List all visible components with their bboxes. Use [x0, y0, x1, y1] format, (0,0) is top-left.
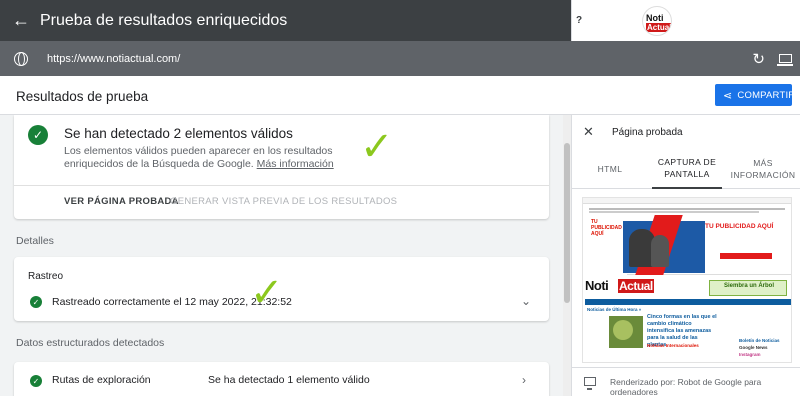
divider — [14, 185, 549, 186]
url-bar: https://www.notiactual.com/ ↻ — [0, 41, 800, 76]
details-section-label: Detalles — [16, 235, 54, 247]
refresh-icon[interactable]: ↻ — [752, 50, 765, 68]
chevron-right-icon[interactable]: › — [522, 373, 526, 387]
render-footer: Renderizado por: Robot de Google para or… — [572, 367, 800, 396]
apps-grid-icon[interactable] — [612, 14, 624, 27]
app-title: Prueba de resultados enriquecidos — [40, 11, 288, 29]
results-column: ✓ Se han detectado 2 elementos válidos L… — [0, 115, 563, 396]
crawl-label: Rastreo — [28, 271, 64, 282]
structured-item-row[interactable]: ✓ Rutas de exploración Se ha detectado 1… — [14, 362, 549, 396]
annotation-checkmark-icon: ✓ — [250, 270, 284, 316]
more-info-link[interactable]: Más información — [257, 158, 334, 170]
check-circle-icon: ✓ — [30, 375, 42, 387]
scrollbar[interactable] — [563, 115, 571, 396]
structured-item-status: Se ha detectado 1 elemento válido — [208, 374, 370, 386]
chevron-down-icon[interactable]: ⌄ — [521, 294, 531, 308]
close-icon[interactable]: ✕ — [583, 124, 594, 140]
check-circle-icon: ✓ — [30, 296, 42, 308]
desktop-icon — [584, 377, 596, 390]
back-arrow-icon[interactable]: ← — [0, 10, 42, 31]
annotation-checkmark-icon: ✓ — [360, 124, 394, 170]
share-label: COMPARTIR — [737, 89, 796, 101]
summary-description: Los elementos válidos pueden aparecer en… — [64, 145, 334, 170]
panel-tabs: HTML CAPTURA DE PANTALLA MÁS INFORMACIÓN — [572, 149, 800, 189]
view-tested-page-button[interactable]: VER PÁGINA PROBADA — [64, 196, 179, 207]
share-button[interactable]: ⋖ COMPARTIR — [715, 84, 796, 106]
site-logo: Noti Actual — [585, 278, 654, 296]
results-title: Resultados de prueba — [16, 89, 149, 104]
tab-html[interactable]: HTML — [572, 149, 648, 189]
share-icon: ⋖ — [723, 89, 733, 102]
tab-screenshot[interactable]: CAPTURA DE PANTALLA — [652, 149, 722, 189]
panel-title: Página probada — [612, 127, 683, 138]
tested-url[interactable]: https://www.notiactual.com/ — [47, 53, 180, 65]
structured-data-section-label: Datos estructurados detectados — [16, 337, 165, 349]
tested-page-panel: ✕ Página probada HTML CAPTURA DE PANTALL… — [571, 115, 800, 396]
globe-icon — [14, 51, 28, 66]
generate-preview-button[interactable]: GENERAR VISTA PREVIA DE LOS RESULTADOS — [170, 196, 397, 207]
summary-card: ✓ Se han detectado 2 elementos válidos L… — [14, 115, 549, 219]
ad-banner: TU PUBLICIDAD AQUÍ TU PUBLICIDAD AQUÍ — [585, 215, 791, 275]
help-icon[interactable]: ? — [572, 13, 586, 28]
page-screenshot: TU PUBLICIDAD AQUÍ TU PUBLICIDAD AQUÍ No… — [582, 197, 792, 363]
structured-item-name: Rutas de exploración — [52, 374, 151, 386]
check-circle-icon: ✓ — [28, 125, 48, 145]
rendered-by-text: Renderizado por: Robot de Google para or… — [610, 377, 762, 396]
green-banner: Siembra un Árbol — [709, 280, 787, 296]
desktop-icon[interactable] — [777, 54, 793, 66]
summary-heading: Se han detectado 2 elementos válidos — [64, 126, 293, 141]
results-header: Resultados de prueba ⋖ COMPARTIR — [0, 76, 800, 115]
tab-more-info[interactable]: MÁS INFORMACIÓN — [728, 149, 798, 189]
app-bar: ← Prueba de resultados enriquecidos ? No… — [0, 0, 800, 41]
avatar[interactable]: Noti Actual — [642, 5, 672, 36]
